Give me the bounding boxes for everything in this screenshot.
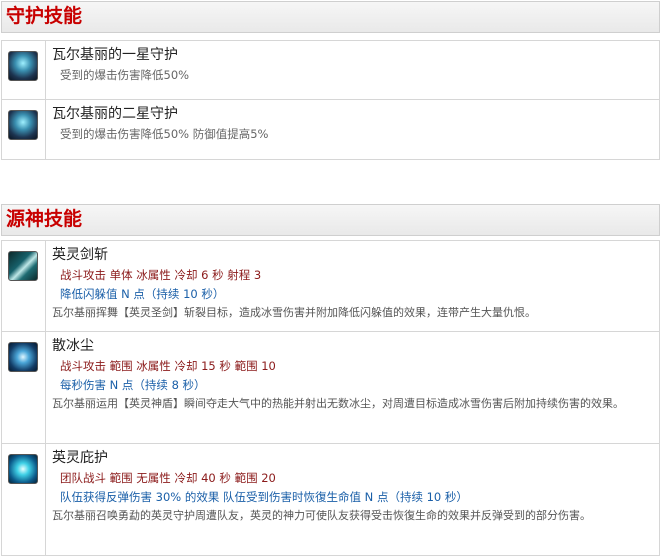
- skill-effect: 降低闪躲值 N 点（持续 10 秒）: [60, 287, 225, 301]
- skill-icon-cell: [2, 241, 46, 331]
- section-title: 守护技能: [6, 5, 83, 27]
- skill-row: 瓦尔基丽的二星守护 受到的爆击伤害降低50% 防御值提高5%: [2, 100, 659, 160]
- frost-dust-icon: [8, 342, 38, 372]
- guard-skills-header: 守护技能: [1, 1, 660, 33]
- skill-stats: 战斗攻击 範围 冰属性 冷却 15 秒 範围 10: [60, 359, 276, 373]
- skill-row: 英灵庇护 团队战斗 範围 无属性 冷却 40 秒 範围 20 队伍获得反弹伤害 …: [2, 444, 659, 556]
- skill-icon-cell: [2, 41, 46, 99]
- spirit-shield-icon: [8, 454, 38, 484]
- skill-stats: 战斗攻击 单体 冰属性 冷却 6 秒 射程 3: [60, 268, 262, 282]
- sword-slash-icon: [8, 251, 38, 281]
- skill-info: 英灵剑斩 战斗攻击 单体 冰属性 冷却 6 秒 射程 3 降低闪躲值 N 点（持…: [46, 241, 659, 326]
- skill-name: 英灵庇护: [52, 450, 108, 466]
- skill-effect: 每秒伤害 N 点（持续 8 秒）: [60, 378, 206, 392]
- skill-icon-cell: [2, 332, 46, 443]
- skill-info: 瓦尔基丽的二星守护 受到的爆击伤害降低50% 防御值提高5%: [46, 100, 659, 148]
- skill-row: 散冰尘 战斗攻击 範围 冰属性 冷却 15 秒 範围 10 每秒伤害 N 点（持…: [2, 332, 659, 444]
- skill-info: 瓦尔基丽的一星守护 受到的爆击伤害降低50%: [46, 41, 659, 89]
- skill-desc: 受到的爆击伤害降低50% 防御值提高5%: [60, 127, 269, 141]
- section-title: 源神技能: [6, 208, 83, 230]
- guard-skill-icon: [8, 110, 38, 140]
- skill-lore: 瓦尔基丽召唤勇勐的英灵守护周遭队友，英灵的神力可使队友获得受击恢復生命的效果并反…: [52, 509, 591, 522]
- skill-row: 瓦尔基丽的一星守护 受到的爆击伤害降低50%: [2, 40, 659, 100]
- skill-name: 英灵剑斩: [52, 247, 108, 263]
- skill-desc: 受到的爆击伤害降低50%: [60, 68, 190, 82]
- skill-lore: 瓦尔基丽挥舞【英灵圣剑】斩裂目标，造成冰雪伤害并附加降低闪躲值的效果，连带产生大…: [52, 306, 536, 319]
- guard-skill-icon: [8, 51, 38, 81]
- source-skills-header: 源神技能: [1, 204, 660, 236]
- skill-effect: 队伍获得反弹伤害 30% 的效果 队伍受到伤害时恢復生命值 N 点（持续 10 …: [60, 490, 468, 504]
- source-skill-list: 英灵剑斩 战斗攻击 单体 冰属性 冷却 6 秒 射程 3 降低闪躲值 N 点（持…: [1, 240, 660, 556]
- guard-skill-list: 瓦尔基丽的一星守护 受到的爆击伤害降低50% 瓦尔基丽的二星守护 受到的爆击伤害…: [1, 40, 660, 160]
- skill-name: 瓦尔基丽的一星守护: [52, 47, 178, 63]
- skill-lore: 瓦尔基丽运用【英灵神盾】瞬间夺走大气中的热能并射出无数冰尘，对周遭目标造成冰雪伤…: [52, 397, 624, 410]
- skill-icon-cell: [2, 444, 46, 555]
- skill-stats: 团队战斗 範围 无属性 冷却 40 秒 範围 20: [60, 471, 276, 485]
- skill-icon-cell: [2, 100, 46, 159]
- skill-name: 散冰尘: [52, 338, 94, 354]
- skill-name: 瓦尔基丽的二星守护: [52, 106, 178, 122]
- skill-info: 英灵庇护 团队战斗 範围 无属性 冷却 40 秒 範围 20 队伍获得反弹伤害 …: [46, 444, 659, 529]
- skill-info: 散冰尘 战斗攻击 範围 冰属性 冷却 15 秒 範围 10 每秒伤害 N 点（持…: [46, 332, 659, 417]
- skill-row: 英灵剑斩 战斗攻击 单体 冰属性 冷却 6 秒 射程 3 降低闪躲值 N 点（持…: [2, 240, 659, 332]
